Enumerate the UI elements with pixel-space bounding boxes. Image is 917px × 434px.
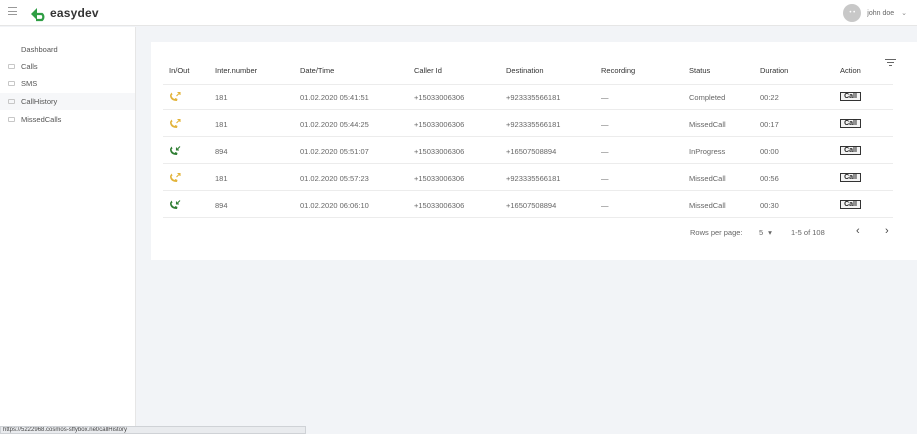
cell-destination: +923335566181	[506, 174, 561, 183]
call-button[interactable]: Call	[840, 200, 861, 209]
cell-inter-number: 181	[215, 174, 228, 183]
cell-duration: 00:00	[760, 147, 779, 156]
column-header-recording[interactable]: Recording	[601, 66, 635, 75]
pagination-range: 1-5 of 108	[791, 228, 825, 237]
column-header-datetime[interactable]: Date/Time	[300, 66, 334, 75]
list-icon	[8, 81, 15, 86]
previous-page-icon[interactable]: ‹	[856, 225, 860, 237]
row-divider	[163, 109, 893, 110]
call-button[interactable]: Call	[840, 146, 861, 155]
cell-duration: 00:17	[760, 120, 779, 129]
sidebar-item-callhistory[interactable]: CallHistory	[0, 93, 135, 110]
cell-recording: —	[601, 201, 609, 210]
cell-inter-number: 181	[215, 120, 228, 129]
list-icon	[8, 99, 15, 104]
column-header-inout[interactable]: In/Out	[169, 66, 189, 75]
top-bar: easydev • • john doe ⌄	[0, 0, 917, 26]
call-button[interactable]: Call	[840, 119, 861, 128]
cell-inter-number: 181	[215, 93, 228, 102]
column-header-destination[interactable]: Destination	[506, 66, 544, 75]
call-button[interactable]: Call	[840, 92, 861, 101]
cell-datetime: 01.02.2020 06:06:10	[300, 201, 369, 210]
sidebar-item-label: MissedCalls	[21, 115, 62, 124]
username[interactable]: john doe	[867, 10, 894, 17]
avatar[interactable]: • •	[843, 4, 862, 22]
sidebar: Dashboard Calls SMS CallHistory MissedCa…	[0, 27, 136, 434]
outgoing-call-icon	[170, 119, 181, 128]
cell-datetime: 01.02.2020 05:44:25	[300, 120, 369, 129]
filter-icon[interactable]	[885, 58, 896, 67]
sidebar-item-missedcalls[interactable]: MissedCalls	[0, 111, 135, 128]
easydev-logo-icon	[31, 7, 45, 21]
chevron-down-icon[interactable]: ⌄	[901, 9, 907, 17]
row-divider	[163, 217, 893, 218]
sidebar-item-label: Calls	[21, 62, 38, 71]
sidebar-item-label: Dashboard	[21, 45, 58, 54]
cell-datetime: 01.02.2020 05:57:23	[300, 174, 369, 183]
cell-status: MissedCall	[689, 174, 726, 183]
cell-caller-id: +15033006306	[414, 201, 465, 210]
cell-datetime: 01.02.2020 05:51:07	[300, 147, 369, 156]
cell-inter-number: 894	[215, 201, 228, 210]
cell-status: InProgress	[689, 147, 726, 156]
incoming-call-icon	[170, 146, 181, 155]
cell-status: MissedCall	[689, 120, 726, 129]
cell-destination: +16507508894	[506, 201, 557, 210]
row-divider	[163, 163, 893, 164]
cell-caller-id: +15033006306	[414, 174, 465, 183]
cell-recording: —	[601, 147, 609, 156]
incoming-call-icon	[170, 200, 181, 209]
cell-destination: +923335566181	[506, 93, 561, 102]
column-header-status[interactable]: Status	[689, 66, 710, 75]
header-divider	[163, 84, 893, 85]
browser-status-url: https://5222968.cosmos-sffybox.net/callH…	[0, 426, 306, 434]
cell-duration: 00:30	[760, 201, 779, 210]
sidebar-item-dashboard[interactable]: Dashboard	[0, 41, 135, 58]
cell-caller-id: +15033006306	[414, 147, 465, 156]
row-divider	[163, 136, 893, 137]
user-menu[interactable]: • • john doe ⌄	[843, 4, 907, 22]
cell-recording: —	[601, 120, 609, 129]
cell-duration: 00:56	[760, 174, 779, 183]
column-header-inter-number[interactable]: Inter.number	[215, 66, 257, 75]
call-history-card: In/Out Inter.number Date/Time Caller Id …	[151, 42, 917, 260]
outgoing-call-icon	[170, 92, 181, 101]
brand-name: easydev	[50, 6, 99, 20]
column-header-duration[interactable]: Duration	[760, 66, 788, 75]
cell-caller-id: +15033006306	[414, 93, 465, 102]
sidebar-item-calls[interactable]: Calls	[0, 58, 135, 75]
list-icon	[8, 117, 15, 122]
next-page-icon[interactable]: ›	[885, 225, 889, 237]
cell-recording: —	[601, 93, 609, 102]
blank-icon	[8, 47, 15, 52]
hamburger-menu-icon[interactable]	[8, 7, 17, 15]
app-logo[interactable]: easydev	[29, 4, 99, 22]
cell-datetime: 01.02.2020 05:41:51	[300, 93, 369, 102]
list-icon	[8, 64, 15, 69]
cell-status: MissedCall	[689, 201, 726, 210]
column-header-caller-id[interactable]: Caller Id	[414, 66, 442, 75]
caret-down-icon: ▾	[768, 228, 772, 237]
call-button[interactable]: Call	[840, 173, 861, 182]
cell-duration: 00:22	[760, 93, 779, 102]
sidebar-item-sms[interactable]: SMS	[0, 75, 135, 92]
outgoing-call-icon	[170, 173, 181, 182]
row-divider	[163, 190, 893, 191]
cell-inter-number: 894	[215, 147, 228, 156]
rows-per-page-select[interactable]: 5 ▾	[759, 228, 772, 237]
cell-recording: —	[601, 174, 609, 183]
column-header-action[interactable]: Action	[840, 66, 861, 75]
sidebar-item-label: CallHistory	[21, 97, 58, 106]
rows-per-page-value: 5	[759, 228, 764, 237]
cell-destination: +923335566181	[506, 120, 561, 129]
sidebar-item-label: SMS	[21, 79, 38, 88]
cell-destination: +16507508894	[506, 147, 557, 156]
cell-status: Completed	[689, 93, 726, 102]
cell-caller-id: +15033006306	[414, 120, 465, 129]
rows-per-page-label: Rows per page:	[690, 228, 743, 237]
